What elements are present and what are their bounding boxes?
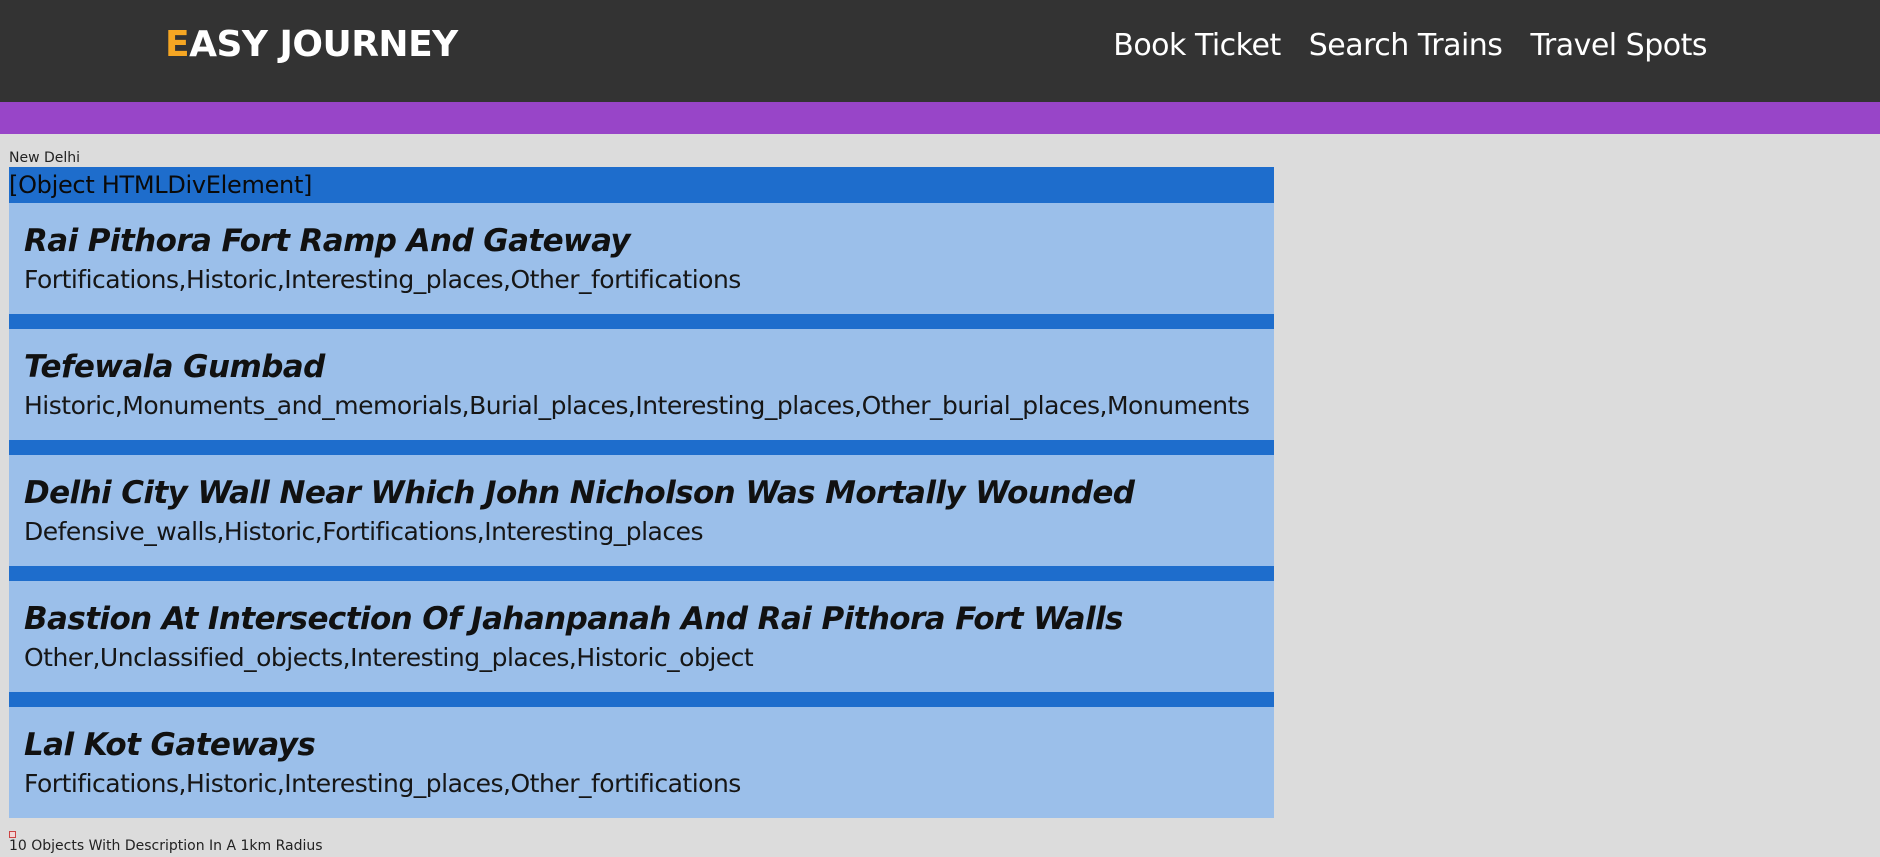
city-label: New Delhi — [9, 150, 81, 166]
places-results-panel: [Object HTMLDivElement] Rai Pithora Fort… — [9, 167, 1274, 818]
brand-logo-first-letter: E — [165, 24, 190, 65]
place-card[interactable]: Delhi City Wall Near Which John Nicholso… — [9, 455, 1274, 566]
place-name: Delhi City Wall Near Which John Nicholso… — [24, 475, 1135, 511]
place-kinds: Fortifications,Historic,Interesting_plac… — [24, 769, 741, 798]
nav-book-ticket[interactable]: Book Ticket — [1113, 24, 1281, 68]
place-name: Rai Pithora Fort Ramp And Gateway — [24, 223, 631, 259]
results-footnote: 10 Objects With Description In A 1km Rad… — [9, 838, 323, 854]
place-kinds: Defensive_walls,Historic,Fortifications,… — [24, 517, 703, 546]
main-nav: Book Ticket Search Trains Travel Spots — [1113, 24, 1707, 68]
top-navbar: EASY JOURNEY Book Ticket Search Trains T… — [0, 0, 1880, 102]
results-header: [Object HTMLDivElement] — [9, 171, 313, 199]
accent-divider-bar — [0, 102, 1880, 134]
main-content: New Delhi [Object HTMLDivElement] Rai Pi… — [0, 150, 1880, 854]
place-kinds: Historic,Monuments_and_memorials,Burial_… — [24, 391, 1250, 420]
brand-logo-text: ASY JOURNEY — [189, 24, 458, 65]
place-name: Tefewala Gumbad — [24, 349, 325, 385]
place-card[interactable]: Bastion At Intersection Of Jahanpanah An… — [9, 581, 1274, 692]
place-card[interactable]: Tefewala Gumbad Historic,Monuments_and_m… — [9, 329, 1274, 440]
nav-search-trains[interactable]: Search Trains — [1309, 24, 1503, 68]
place-name: Bastion At Intersection Of Jahanpanah An… — [24, 601, 1123, 637]
place-kinds: Other,Unclassified_objects,Interesting_p… — [24, 643, 754, 672]
nav-travel-spots[interactable]: Travel Spots — [1530, 24, 1707, 68]
brand-logo[interactable]: EASY JOURNEY — [165, 22, 458, 68]
broken-image-icon — [9, 831, 16, 838]
place-kinds: Fortifications,Historic,Interesting_plac… — [24, 265, 741, 294]
place-card[interactable]: Lal Kot Gateways Fortifications,Historic… — [9, 707, 1274, 818]
place-name: Lal Kot Gateways — [24, 727, 316, 763]
place-card[interactable]: Rai Pithora Fort Ramp And Gateway Fortif… — [9, 203, 1274, 314]
